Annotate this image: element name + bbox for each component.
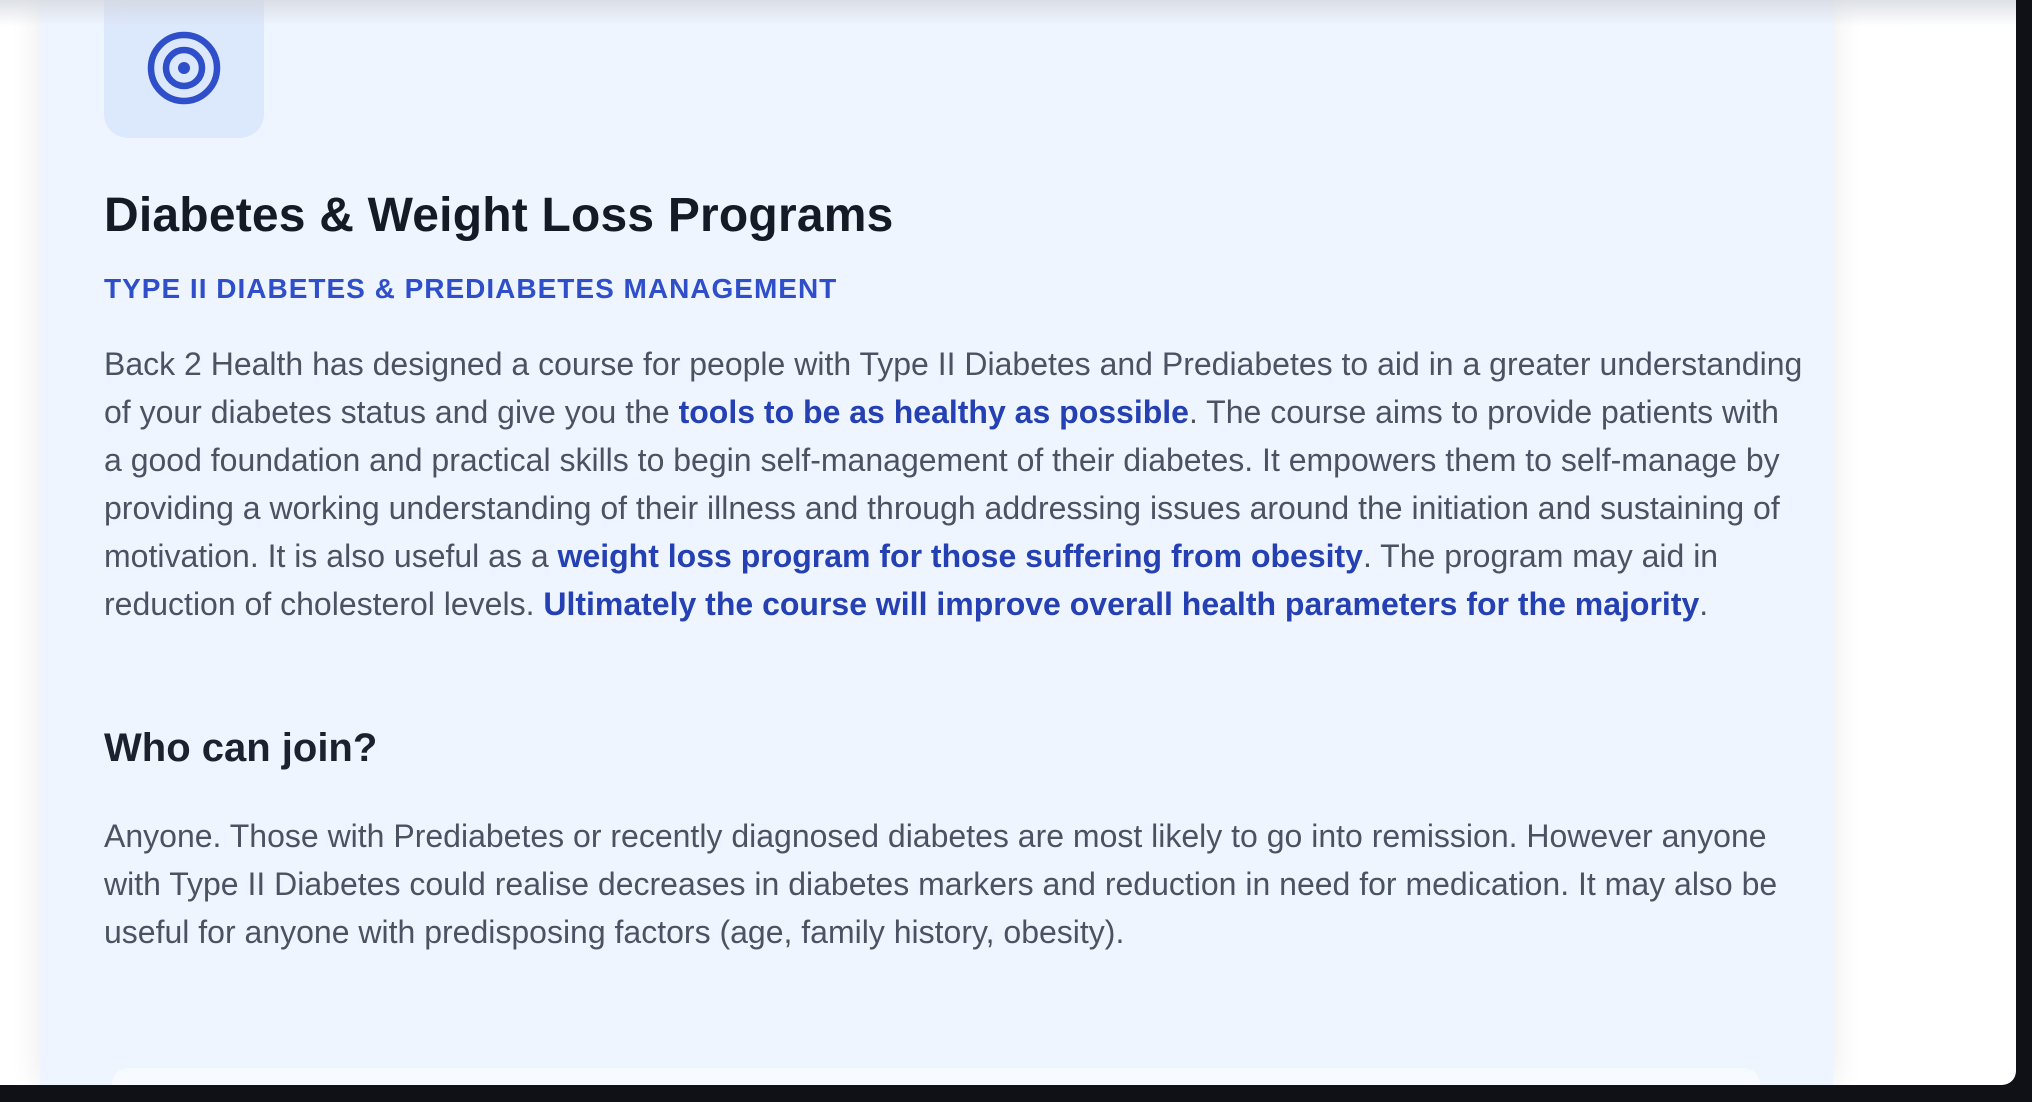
- highlight-healthy-tools: tools to be as healthy as possible: [678, 394, 1189, 430]
- program-subtitle: TYPE II DIABETES & PREDIABETES MANAGEMEN…: [104, 273, 838, 304]
- highlight-weight-loss: weight loss program for those suffering …: [557, 538, 1363, 574]
- target-icon: [147, 31, 221, 105]
- highlight-health-parameters: Ultimately the course will improve overa…: [543, 586, 1700, 622]
- page-title: Diabetes & Weight Loss Programs: [104, 189, 894, 242]
- program-icon-container: [104, 0, 264, 138]
- who-can-join-heading: Who can join?: [104, 726, 378, 770]
- who-can-join-text: Anyone. Those with Prediabetes or recent…: [104, 818, 1778, 950]
- program-description: Back 2 Health has designed a course for …: [104, 340, 1804, 628]
- page: Diabetes & Weight Loss Programs TYPE II …: [0, 0, 2016, 1085]
- next-section-card: [112, 1068, 1760, 1085]
- program-card: Diabetes & Weight Loss Programs TYPE II …: [40, 0, 1833, 1085]
- description-text: .: [1699, 586, 1709, 622]
